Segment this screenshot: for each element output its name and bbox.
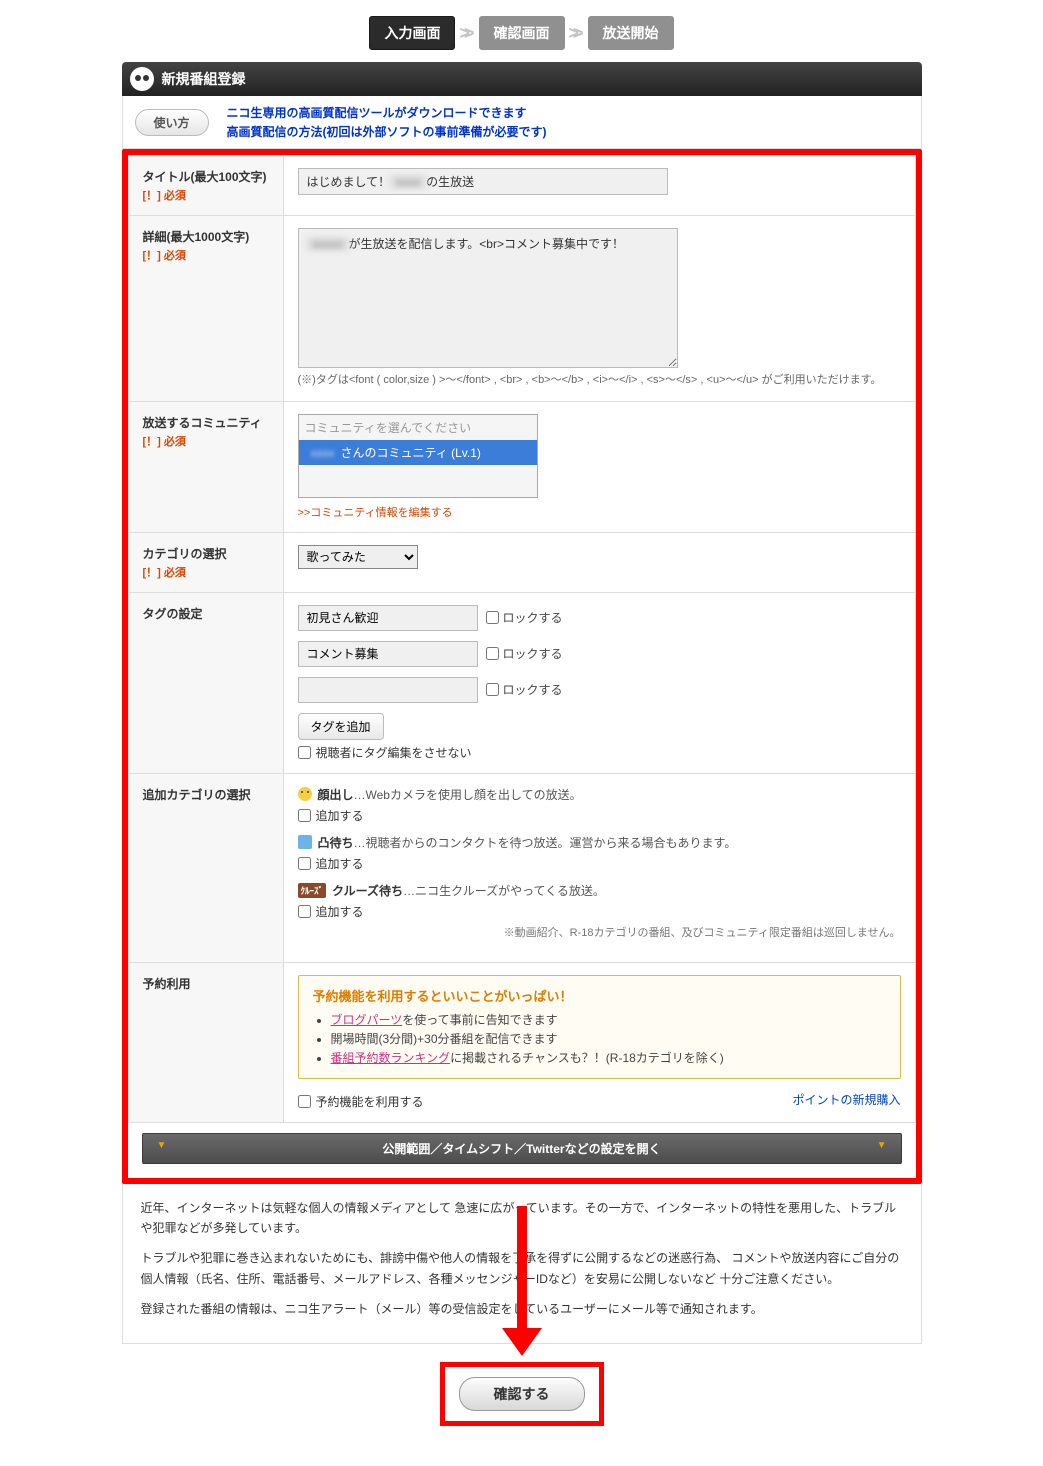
phone-icon xyxy=(298,835,312,849)
reservation-promo-title: 予約機能を利用するといいことがいっぱい！ xyxy=(313,986,886,1005)
wizard-steps: 入力画面 >> 確認画面 >> 放送開始 xyxy=(122,16,922,50)
category-label: カテゴリの選択 [！] 必須 xyxy=(128,532,283,592)
expand-settings-bar: ▼ 公開範囲／タイムシフト／Twitterなどの設定を開く ▼ xyxy=(142,1133,902,1164)
expand-settings-button[interactable]: ▼ 公開範囲／タイムシフト／Twitterなどの設定を開く ▼ xyxy=(142,1133,902,1164)
chevron-right-icon: >> xyxy=(569,23,578,44)
required-badge: [！] 必須 xyxy=(143,564,269,580)
program-form: タイトル(最大100文字) [！] 必須 はじめまして！ xxxx の生放送 xyxy=(128,155,916,1123)
addcat-label: 追加カテゴリの選択 xyxy=(128,773,283,962)
redacted-text: xxxx xyxy=(390,175,426,189)
addcat-note: ※動画紹介、R-18カテゴリの番組、及びコミュニティ限定番組は巡回しません。 xyxy=(298,924,901,940)
edit-community-link[interactable]: >>コミュニティ情報を編集する xyxy=(298,504,453,520)
reservation-label: 予約利用 xyxy=(128,962,283,1122)
title-input-prefix: はじめまして！ xyxy=(307,173,391,190)
addcat-face-checkbox[interactable] xyxy=(298,809,311,822)
help-row: 使い方 ニコ生専用の高画質配信ツールがダウンロードできます 高画質配信の方法(初… xyxy=(122,96,922,149)
use-reservation-checkbox[interactable] xyxy=(298,1095,311,1108)
community-option-placeholder[interactable]: コミュニティを選んでください xyxy=(299,415,537,440)
tag-input-1[interactable] xyxy=(298,605,478,631)
addcat-totsu-checkbox[interactable] xyxy=(298,857,311,870)
face-icon xyxy=(298,787,312,801)
community-label: 放送するコミュニティ [！] 必須 xyxy=(128,401,283,532)
tag-input-2[interactable] xyxy=(298,641,478,667)
required-badge: [！] 必須 xyxy=(143,247,269,263)
tag-row: ロックする xyxy=(298,641,901,667)
title-label: タイトル(最大100文字) [！] 必須 xyxy=(128,156,283,216)
triangle-down-icon: ▼ xyxy=(877,1140,887,1151)
tag-row: ロックする xyxy=(298,677,901,703)
tag-lock-checkbox-1[interactable] xyxy=(486,611,499,624)
tag-row: ロックする xyxy=(298,605,901,631)
title-input-suffix: の生放送 xyxy=(426,173,474,190)
tags-label: タグの設定 xyxy=(128,592,283,773)
step-start: 放送開始 xyxy=(588,16,674,50)
tag-input-3[interactable] xyxy=(298,677,478,703)
category-select[interactable]: 歌ってみた xyxy=(298,545,418,569)
mascot-icon xyxy=(130,67,154,91)
community-option-selected[interactable]: xxxxさんのコミュニティ (Lv.1) xyxy=(299,440,537,465)
reservation-promo-box: 予約機能を利用するといいことがいっぱい！ ブログパーツを使って事前に告知できます… xyxy=(298,975,901,1079)
page-title: 新規番組登録 xyxy=(162,69,246,89)
reservation-ranking-link[interactable]: 番組予約数ランキング xyxy=(331,1051,451,1065)
confirm-highlight-box: 確認する xyxy=(440,1362,604,1426)
confirm-button[interactable]: 確認する xyxy=(459,1377,585,1411)
addcat-cruise-checkbox[interactable] xyxy=(298,905,311,918)
tag-lock-checkbox-2[interactable] xyxy=(486,647,499,660)
tag-lock-checkbox-3[interactable] xyxy=(486,683,499,696)
addcat-item-face: 顔出し…Webカメラを使用し顔を出しての放送。 追加する xyxy=(298,786,901,824)
add-tag-button[interactable]: タグを追加 xyxy=(298,713,384,740)
help-link-method[interactable]: 高画質配信の方法(初回は外部ソフトの事前準備が必要です) xyxy=(227,123,547,140)
required-badge: [！] 必須 xyxy=(143,433,269,449)
page-header: 新規番組登録 xyxy=(122,62,922,96)
step-confirm: 確認画面 xyxy=(479,16,565,50)
detail-hint: (※)タグは<font ( color,size ) >～</font> , <… xyxy=(298,372,901,389)
usage-button[interactable]: 使い方 xyxy=(135,109,209,136)
addcat-item-totsu: 凸待ち…視聴者からのコンタクトを待つ放送。運営から来る場合もあります。 追加する xyxy=(298,834,901,872)
community-select[interactable]: コミュニティを選んでください xxxxさんのコミュニティ (Lv.1) xyxy=(298,414,538,498)
form-highlight-box: タイトル(最大100文字) [！] 必須 はじめまして！ xxxx の生放送 xyxy=(122,149,922,1184)
triangle-down-icon: ▼ xyxy=(157,1140,167,1151)
addcat-item-cruise: ｸﾙｰｽﾞクルーズ待ち…ニコ生クルーズがやってくる放送。 追加する ※動画紹介、… xyxy=(298,882,901,940)
required-badge: [！] 必須 xyxy=(143,187,269,203)
blogparts-link[interactable]: ブログパーツ xyxy=(331,1013,403,1027)
redacted-text: xxxxx xyxy=(307,237,349,251)
step-input: 入力画面 xyxy=(369,16,455,50)
detail-textarea[interactable]: xxxxxが生放送を配信します。<br>コメント募集中です！ xyxy=(298,228,678,368)
detail-label: 詳細(最大1000文字) [！] 必須 xyxy=(128,216,283,402)
help-link-tool[interactable]: ニコ生専用の高画質配信ツールがダウンロードできます xyxy=(227,104,547,121)
chevron-right-icon: >> xyxy=(459,23,468,44)
cruise-icon: ｸﾙｰｽﾞ xyxy=(298,883,327,898)
point-purchase-link[interactable]: ポイントの新規購入 xyxy=(792,1091,900,1108)
viewer-tag-edit-checkbox[interactable] xyxy=(298,746,311,759)
redacted-text: xxxx xyxy=(305,446,341,460)
